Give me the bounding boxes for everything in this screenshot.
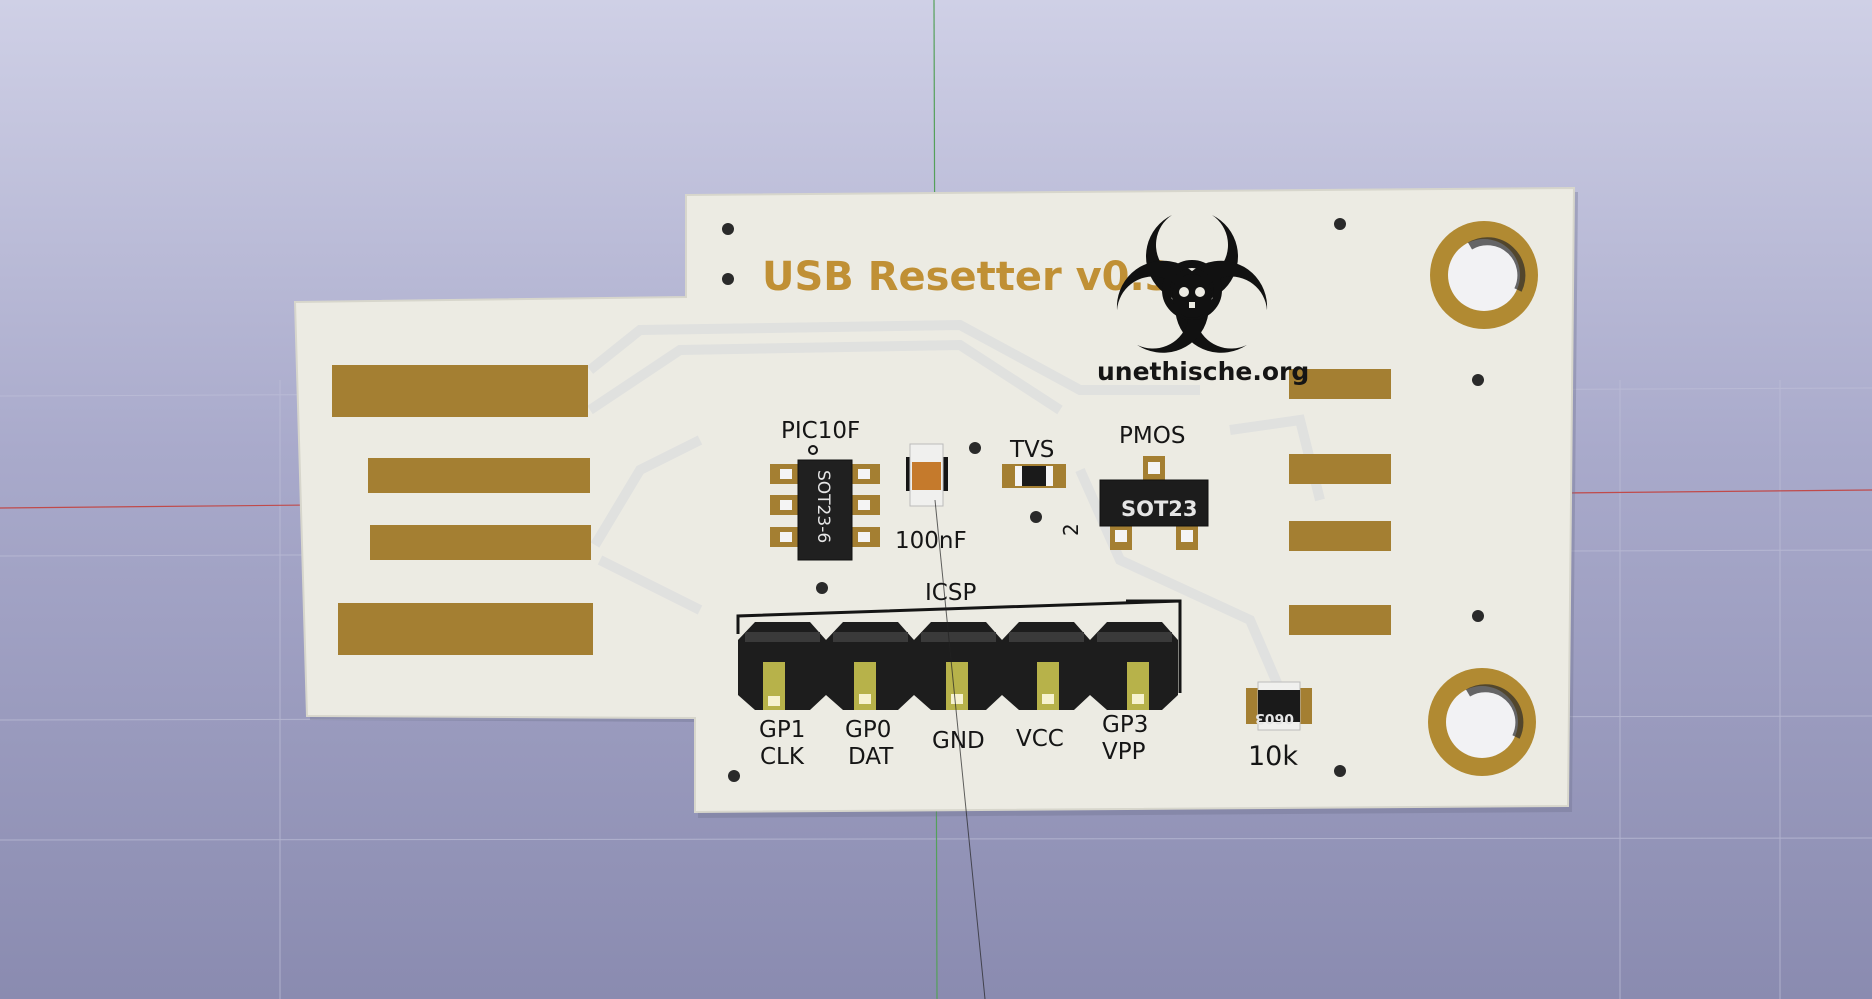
3d-viewer-viewport[interactable]: USB Resetter v0.3 unethische.org PIC10F … — [0, 0, 1872, 999]
usb-contact-dplus — [370, 525, 591, 560]
pin-label-dat: DAT — [848, 744, 894, 770]
pmos-package-label: SOT23 — [1121, 497, 1198, 521]
mcu-package-label: SOT23-6 — [813, 470, 833, 543]
usb-contact-dminus — [368, 458, 590, 493]
pin-label-gp0: GP0 — [845, 717, 891, 743]
website-label: unethische.org — [1097, 357, 1309, 386]
pcb-3d-view: USB Resetter v0.3 unethische.org PIC10F … — [0, 0, 1872, 999]
usb-contact-gnd — [338, 603, 593, 655]
capacitor — [906, 443, 948, 507]
pin-label-vcc: VCC — [1016, 726, 1064, 752]
tvs-diode — [1002, 464, 1066, 488]
resistor: 0603 — [1246, 681, 1312, 731]
pin-label-gp3: GP3 — [1102, 712, 1148, 738]
resistor-value: 10k — [1248, 741, 1298, 772]
mcu-chip: SOT23-6 — [770, 459, 880, 561]
tvs-label: TVS — [1009, 437, 1054, 463]
icsp-label: ICSP — [925, 580, 976, 606]
mcu-label: PIC10F — [781, 418, 860, 444]
usb-contact-vbus — [332, 365, 588, 417]
mounting-hole-top — [1430, 221, 1538, 329]
pin-label-vpp: VPP — [1102, 739, 1146, 765]
capacitor-value: 100nF — [895, 528, 967, 554]
resistor-package-label: 0603 — [1255, 710, 1294, 726]
pin-label-clk: CLK — [760, 744, 805, 770]
mounting-hole-bottom — [1428, 668, 1536, 776]
pmos-pin-mark: 2 — [1059, 523, 1083, 536]
pmos-label: PMOS — [1119, 423, 1185, 449]
pin-label-gp1: GP1 — [759, 717, 805, 743]
board-title: USB Resetter v0.3 — [762, 254, 1173, 300]
